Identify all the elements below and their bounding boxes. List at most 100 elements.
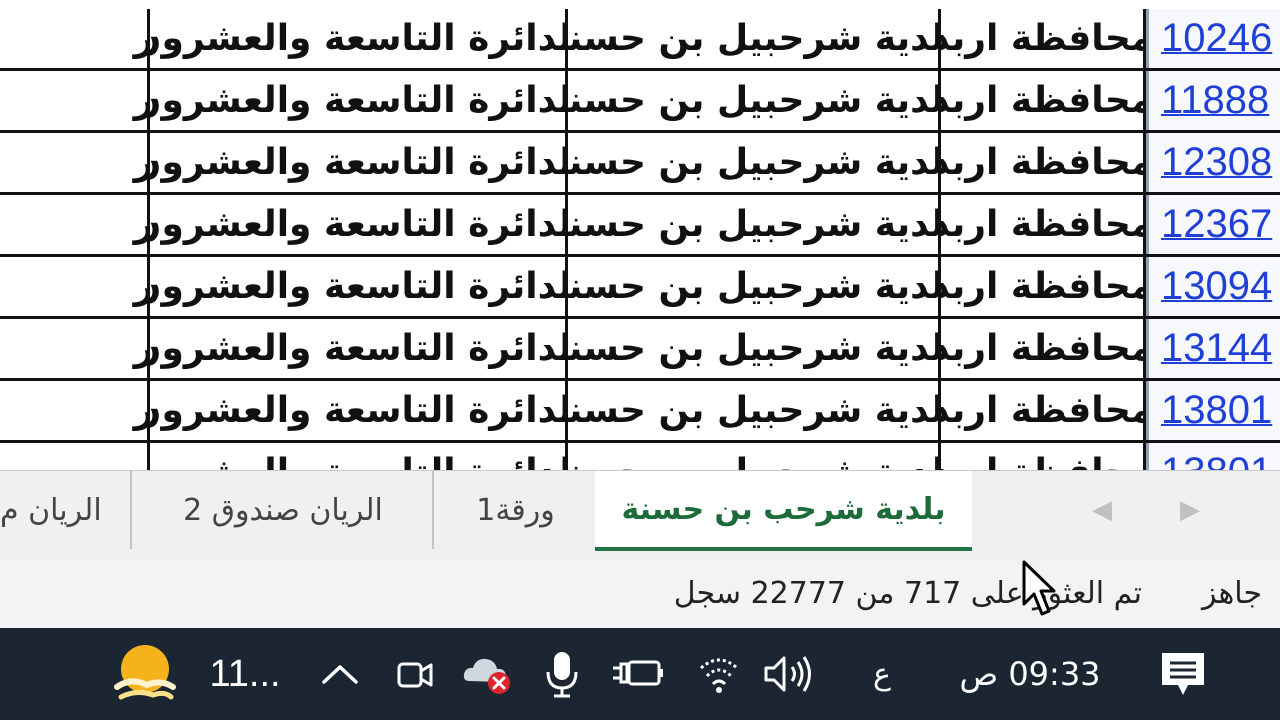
- municipality-cell-text: بلدية شرحبيل بن حسنة: [568, 452, 938, 470]
- input-language: ع: [873, 656, 891, 692]
- governorate-cell[interactable]: محافظة اربد: [941, 9, 1146, 68]
- spreadsheet-grid[interactable]: كرالدائرة التاسعة والعشرونبلدية شرحبيل ب…: [0, 0, 1280, 470]
- id-cell[interactable]: 13801: [1146, 381, 1280, 440]
- volume-button[interactable]: [760, 628, 816, 720]
- table-row[interactable]: كرالدائرة التاسعة والعشرونبلدية شرحبيل ب…: [0, 319, 1280, 381]
- id-cell[interactable]: 12367: [1146, 195, 1280, 254]
- municipality-cell[interactable]: بلدية شرحبيل بن حسنة: [568, 9, 941, 68]
- governorate-cell-text: محافظة اربد: [941, 204, 1146, 245]
- municipality-cell-text: بلدية شرحبيل بن حسنة: [568, 266, 941, 307]
- district-cell[interactable]: الدائرة التاسعة والعشرون: [150, 443, 568, 470]
- district-cell[interactable]: الدائرة التاسعة والعشرون: [150, 9, 568, 68]
- municipality-cell-text: بلدية شرحبيل بن حسنة: [568, 328, 941, 369]
- table-row[interactable]: كرالدائرة التاسعة والعشرونبلدية شرحبيل ب…: [0, 133, 1280, 195]
- district-cell[interactable]: الدائرة التاسعة والعشرون: [150, 319, 568, 378]
- id-cell[interactable]: 11888: [1146, 71, 1280, 130]
- governorate-cell[interactable]: محافظة اربد: [941, 381, 1146, 440]
- municipality-cell[interactable]: بلدية شرحبيل بن حسنة: [568, 319, 941, 378]
- kura-cell[interactable]: كر: [0, 133, 150, 192]
- scroll-tabs-left-icon[interactable]: ◀: [1092, 495, 1112, 525]
- chevron-up-icon: [322, 665, 358, 684]
- taskbar: 11... ع 09:33 ص: [0, 628, 1280, 720]
- weather-widget[interactable]: 11...: [100, 628, 290, 720]
- governorate-cell[interactable]: محافظة اربد: [941, 257, 1146, 316]
- district-cell[interactable]: الدائرة التاسعة والعشرون: [150, 133, 568, 192]
- municipality-cell[interactable]: بلدية شرحبيل بن حسنة: [568, 443, 941, 470]
- scroll-tabs-right-icon[interactable]: ▶: [1180, 495, 1200, 525]
- kura-cell-text: كر: [134, 266, 147, 307]
- table-row[interactable]: كرالدائرة التاسعة والعشرونبلدية شرحبيل ب…: [0, 257, 1280, 319]
- battery-plug-icon: [613, 660, 663, 686]
- kura-cell[interactable]: كر: [0, 443, 150, 470]
- wifi-button[interactable]: [694, 628, 744, 720]
- governorate-cell[interactable]: محافظة اربد: [941, 195, 1146, 254]
- show-hidden-icons-button[interactable]: [312, 628, 368, 720]
- municipality-cell-text: بلدية شرحبيل بن حسنة: [568, 18, 941, 59]
- district-cell[interactable]: الدائرة التاسعة والعشرون: [150, 381, 568, 440]
- district-cell-text: الدائرة التاسعة والعشرون: [150, 452, 565, 470]
- table-row-partial[interactable]: كرالدائرة التاسعة والعشرونبلدية شرحبيل ب…: [0, 443, 1280, 470]
- clock-time: 09:33 ص: [959, 655, 1101, 693]
- kura-cell-text: كر: [134, 452, 147, 470]
- sheet-tab-alrayan-m[interactable]: الريان م: [0, 471, 130, 549]
- municipality-cell-text: بلدية شرحبيل بن حسنة: [568, 204, 941, 245]
- id-cell[interactable]: 13094: [1146, 257, 1280, 316]
- kura-cell[interactable]: كر: [0, 195, 150, 254]
- municipality-cell[interactable]: بلدية شرحبيل بن حسنة: [568, 381, 941, 440]
- grid-top-border: [0, 0, 1280, 9]
- id-cell[interactable]: 10246: [1146, 9, 1280, 68]
- sheet-tab-alrayan-box-2[interactable]: الريان صندوق 2: [130, 471, 434, 549]
- sheet-tab-active[interactable]: بلدية شرحب بن حسنة: [595, 471, 972, 551]
- notification-center-button[interactable]: [1150, 628, 1216, 720]
- governorate-cell-text: محافظة اربد: [941, 142, 1146, 183]
- table-row[interactable]: كرالدائرة التاسعة والعشرونبلدية شرحبيل ب…: [0, 381, 1280, 443]
- governorate-cell-text: محافظة اربد: [941, 18, 1146, 59]
- governorate-cell[interactable]: محافظة اربد: [941, 133, 1146, 192]
- table-row[interactable]: كرالدائرة التاسعة والعشرونبلدية شرحبيل ب…: [0, 9, 1280, 71]
- district-cell[interactable]: الدائرة التاسعة والعشرون: [150, 71, 568, 130]
- municipality-cell-text: بلدية شرحبيل بن حسنة: [568, 142, 941, 183]
- municipality-cell[interactable]: بلدية شرحبيل بن حسنة: [568, 133, 941, 192]
- municipality-cell-text: بلدية شرحبيل بن حسنة: [568, 390, 941, 431]
- weather-icon: [114, 645, 177, 700]
- kura-cell[interactable]: كر: [0, 9, 150, 68]
- microphone-button[interactable]: [540, 628, 584, 720]
- id-cell[interactable]: 13801: [1146, 443, 1280, 470]
- onedrive-button[interactable]: [460, 628, 518, 720]
- id-cell-text: 11888: [1161, 78, 1270, 122]
- governorate-cell[interactable]: محافظة اربد: [941, 443, 1146, 470]
- onedrive-error-icon: [463, 658, 510, 694]
- kura-cell[interactable]: كر: [0, 319, 150, 378]
- district-cell-text: الدائرة التاسعة والعشرون: [150, 390, 568, 431]
- input-language-button[interactable]: ع: [860, 628, 904, 720]
- district-cell-text: الدائرة التاسعة والعشرون: [150, 328, 568, 369]
- governorate-cell-text: محافظة اربد: [941, 328, 1146, 369]
- battery-button[interactable]: [610, 628, 666, 720]
- municipality-cell[interactable]: بلدية شرحبيل بن حسنة: [568, 257, 941, 316]
- governorate-cell-text: محافظة اربد: [941, 452, 1143, 470]
- kura-cell-text: كر: [134, 204, 147, 245]
- municipality-cell[interactable]: بلدية شرحبيل بن حسنة: [568, 195, 941, 254]
- id-cell-text: 13094: [1161, 264, 1273, 308]
- table-row[interactable]: كرالدائرة التاسعة والعشرونبلدية شرحبيل ب…: [0, 71, 1280, 133]
- municipality-cell-text: بلدية شرحبيل بن حسنة: [568, 80, 941, 121]
- kura-cell[interactable]: كر: [0, 381, 150, 440]
- id-cell[interactable]: 13144: [1146, 319, 1280, 378]
- sheet-tab-sheet1[interactable]: ورقة1: [432, 471, 597, 549]
- status-ready: جاهز: [1201, 576, 1262, 611]
- municipality-cell[interactable]: بلدية شرحبيل بن حسنة: [568, 71, 941, 130]
- district-cell[interactable]: الدائرة التاسعة والعشرون: [150, 195, 568, 254]
- governorate-cell[interactable]: محافظة اربد: [941, 319, 1146, 378]
- kura-cell[interactable]: كر: [0, 257, 150, 316]
- table-row[interactable]: كرالدائرة التاسعة والعشرونبلدية شرحبيل ب…: [0, 195, 1280, 257]
- camera-button[interactable]: [390, 628, 440, 720]
- sheet-tabs-bar: الريان م الريان صندوق 2 ورقة1 بلدية شرحب…: [0, 470, 1280, 560]
- id-cell[interactable]: 12308: [1146, 133, 1280, 192]
- kura-cell[interactable]: كر: [0, 71, 150, 130]
- notification-icon: [1162, 653, 1204, 695]
- district-cell-text: الدائرة التاسعة والعشرون: [150, 204, 568, 245]
- clock-button[interactable]: 09:33 ص: [940, 628, 1120, 720]
- governorate-cell[interactable]: محافظة اربد: [941, 71, 1146, 130]
- district-cell[interactable]: الدائرة التاسعة والعشرون: [150, 257, 568, 316]
- id-cell-text: 13144: [1161, 326, 1273, 370]
